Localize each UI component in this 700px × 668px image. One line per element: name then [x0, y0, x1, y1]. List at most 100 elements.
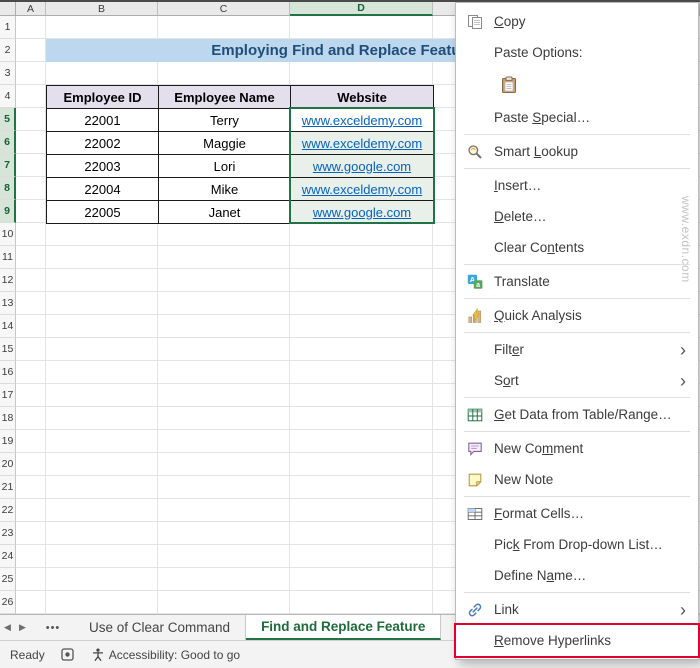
website-cell[interactable]: www.exceldemy.com: [291, 178, 434, 201]
menu-item-label: Pick From Drop-down List…: [494, 537, 663, 552]
website-link[interactable]: www.google.com: [313, 205, 411, 220]
employee-id-cell[interactable]: 22004: [47, 178, 159, 201]
row-header-10[interactable]: 10: [0, 223, 16, 246]
menu-item-paste-special[interactable]: Paste Special…: [456, 102, 698, 133]
table-header-row: Employee ID Employee Name Website: [47, 86, 434, 109]
menu-item-insert[interactable]: Insert…: [456, 170, 698, 201]
svg-text:a: a: [476, 282, 480, 289]
menu-item-label: Paste Special…: [494, 110, 591, 125]
row-header-23[interactable]: 23: [0, 522, 16, 545]
menu-separator: [464, 397, 690, 398]
row-header-12[interactable]: 12: [0, 269, 16, 292]
menu-item-link[interactable]: Link ›: [456, 594, 698, 625]
employee-name-cell[interactable]: Terry: [159, 109, 291, 132]
menu-item-label: Smart Lookup: [494, 144, 579, 159]
select-all-corner[interactable]: [0, 2, 16, 16]
row-header-17[interactable]: 17: [0, 384, 16, 407]
row-header-21[interactable]: 21: [0, 476, 16, 499]
table-header-employee-id[interactable]: Employee ID: [47, 86, 159, 109]
column-header-c[interactable]: C: [158, 2, 290, 16]
website-cell[interactable]: www.google.com: [291, 155, 434, 178]
new-note-icon: [460, 472, 490, 488]
menu-item-translate[interactable]: Aa Translate: [456, 266, 698, 297]
employee-name-cell[interactable]: Maggie: [159, 132, 291, 155]
menu-item-label: Link: [494, 602, 519, 617]
menu-item-delete[interactable]: Delete…: [456, 201, 698, 232]
menu-item-define-name[interactable]: Define Name…: [456, 560, 698, 591]
table-header-employee-name[interactable]: Employee Name: [159, 86, 291, 109]
website-cell[interactable]: www.google.com: [291, 201, 434, 224]
column-header-d[interactable]: D: [290, 2, 433, 16]
employee-name-cell[interactable]: Mike: [159, 178, 291, 201]
row-header-16[interactable]: 16: [0, 361, 16, 384]
employee-name-cell[interactable]: Lori: [159, 155, 291, 178]
row-header-9[interactable]: 9: [0, 200, 16, 223]
row-header-6[interactable]: 6: [0, 131, 16, 154]
menu-item-remove-hyperlinks[interactable]: Remove Hyperlinks: [454, 623, 700, 658]
employee-id-cell[interactable]: 22003: [47, 155, 159, 178]
website-cell[interactable]: www.exceldemy.com: [291, 109, 434, 132]
accessibility-label: Accessibility: Good to go: [108, 647, 241, 662]
menu-item-new-comment[interactable]: New Comment: [456, 433, 698, 464]
row-header-25[interactable]: 25: [0, 568, 16, 591]
row-header-22[interactable]: 22: [0, 499, 16, 522]
row-header-8[interactable]: 8: [0, 177, 16, 200]
website-link[interactable]: www.exceldemy.com: [302, 113, 422, 128]
row-header-20[interactable]: 20: [0, 453, 16, 476]
format-cells-icon: [460, 506, 490, 522]
row-header-24[interactable]: 24: [0, 545, 16, 568]
row-header-19[interactable]: 19: [0, 430, 16, 453]
tab-scroll-right-icon[interactable]: ▶: [15, 615, 30, 640]
menu-item-smart-lookup[interactable]: Smart Lookup: [456, 136, 698, 167]
row-header-5[interactable]: 5: [0, 108, 16, 131]
table-row: 22005 Janet www.google.com: [47, 201, 434, 224]
menu-item-quick-analysis[interactable]: Quick Analysis: [456, 300, 698, 331]
paste-options-row: [456, 68, 698, 102]
menu-caption-paste-options: Paste Options:: [456, 37, 698, 68]
table-header-website[interactable]: Website: [291, 86, 434, 109]
sheet-tab-find-and-replace-feature[interactable]: Find and Replace Feature: [246, 615, 442, 640]
row-header-2[interactable]: 2: [0, 39, 16, 62]
employee-id-cell[interactable]: 22002: [47, 132, 159, 155]
table-row: 22003 Lori www.google.com: [47, 155, 434, 178]
row-header-11[interactable]: 11: [0, 246, 16, 269]
new-comment-icon: [460, 441, 490, 457]
menu-item-copy[interactable]: Copy: [456, 6, 698, 37]
paste-icon[interactable]: [496, 72, 522, 98]
menu-item-sort[interactable]: Sort ›: [456, 365, 698, 396]
menu-separator: [464, 168, 690, 169]
row-header-15[interactable]: 15: [0, 338, 16, 361]
row-header-4[interactable]: 4: [0, 85, 16, 108]
menu-item-clear-contents[interactable]: Clear Contents: [456, 232, 698, 263]
tab-overflow-indicator[interactable]: •••: [38, 615, 68, 640]
employee-id-cell[interactable]: 22005: [47, 201, 159, 224]
menu-item-new-note[interactable]: New Note: [456, 464, 698, 495]
menu-item-format-cells[interactable]: Format Cells…: [456, 498, 698, 529]
row-header-1[interactable]: 1: [0, 16, 16, 39]
menu-item-filter[interactable]: Filter ›: [456, 334, 698, 365]
menu-item-label: Define Name…: [494, 568, 587, 583]
row-header-26[interactable]: 26: [0, 591, 16, 614]
menu-item-get-data-from-table-range[interactable]: Get Data from Table/Range…: [456, 399, 698, 430]
row-header-14[interactable]: 14: [0, 315, 16, 338]
menu-item-pick-from-drop-down-list[interactable]: Pick From Drop-down List…: [456, 529, 698, 560]
website-cell[interactable]: www.exceldemy.com: [291, 132, 434, 155]
tab-scroll-left-icon[interactable]: ◀: [0, 615, 15, 640]
row-header-18[interactable]: 18: [0, 407, 16, 430]
website-link[interactable]: www.exceldemy.com: [302, 182, 422, 197]
menu-item-label: Sort: [494, 373, 519, 388]
employee-name-cell[interactable]: Janet: [159, 201, 291, 224]
row-header-7[interactable]: 7: [0, 154, 16, 177]
link-icon: [460, 602, 490, 618]
employee-id-cell[interactable]: 22001: [47, 109, 159, 132]
row-header-3[interactable]: 3: [0, 62, 16, 85]
website-link[interactable]: www.exceldemy.com: [302, 136, 422, 151]
accessibility-status[interactable]: Accessibility: Good to go: [92, 648, 240, 662]
column-header-a[interactable]: A: [16, 2, 46, 16]
macro-record-icon[interactable]: [61, 648, 74, 661]
column-header-b[interactable]: B: [46, 2, 158, 16]
row-header-13[interactable]: 13: [0, 292, 16, 315]
website-link[interactable]: www.google.com: [313, 159, 411, 174]
menu-item-label: Delete…: [494, 209, 547, 224]
sheet-tab-use-of-clear-command[interactable]: Use of Clear Command: [74, 615, 247, 640]
